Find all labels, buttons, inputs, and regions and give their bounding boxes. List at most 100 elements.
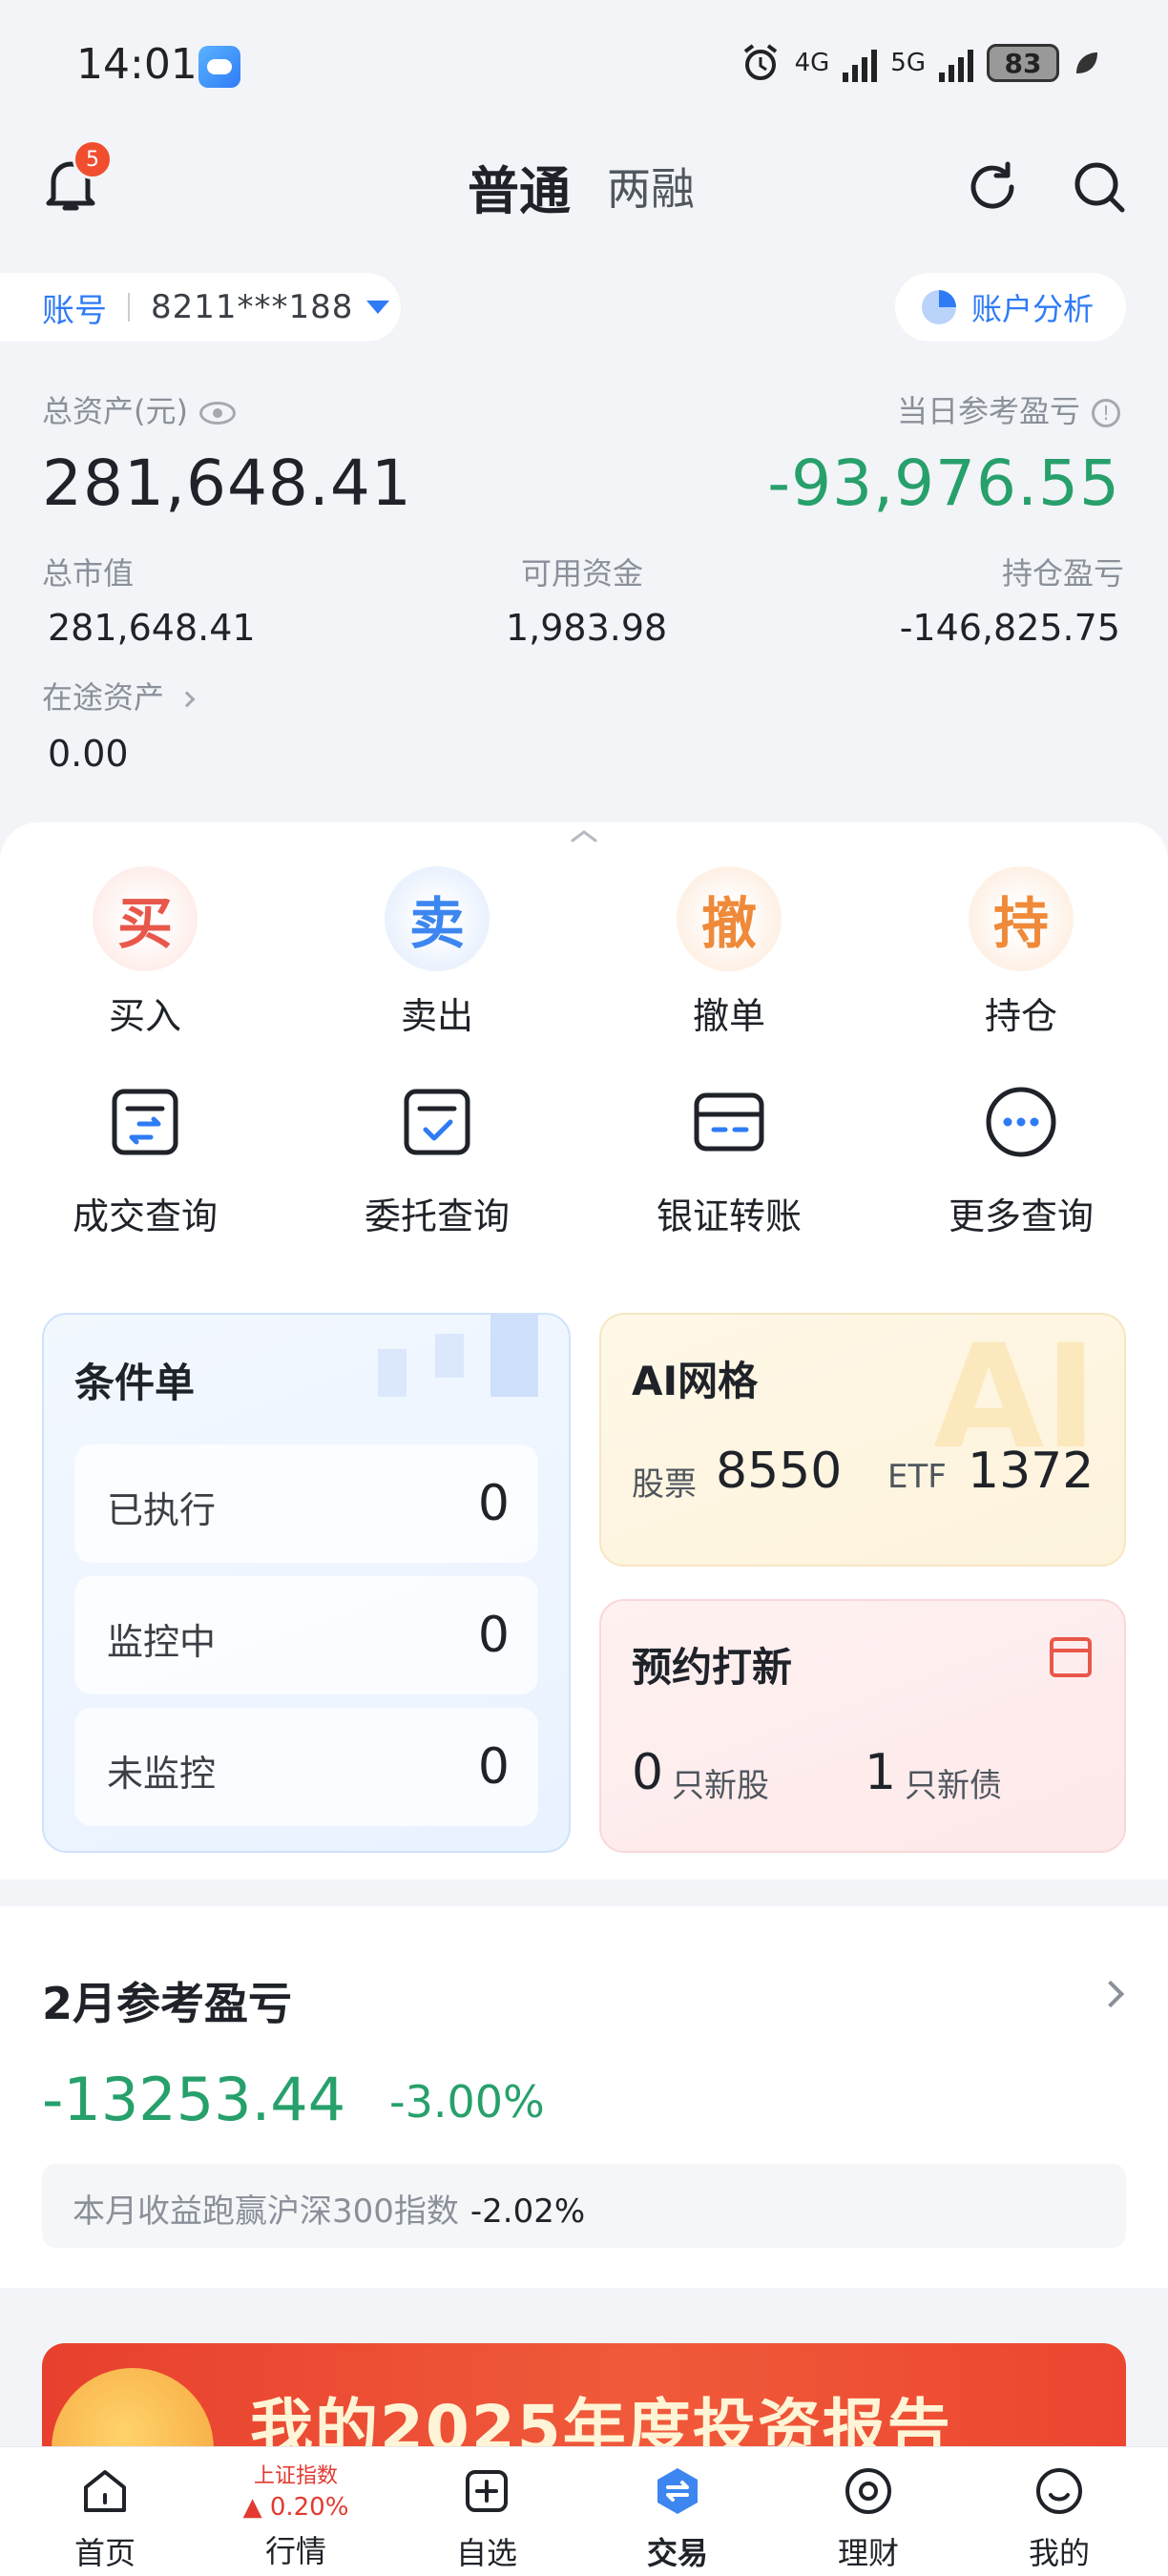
benchmark-note-value: -2.02% [469,2192,586,2231]
order-query-icon [404,1089,470,1155]
tab-mine[interactable]: 我的 [964,2447,1155,2576]
in-transit-assets-link[interactable]: 在途资产 [42,674,196,717]
positions-label: 持仓 [984,995,1057,1037]
tab-home[interactable]: 首页 [10,2447,200,2576]
monitoring-row[interactable]: 监控中 0 [74,1576,538,1694]
bank-transfer-icon [694,1092,764,1152]
conditional-orders-card[interactable]: 条件单 已执行 0 监控中 0 未监控 0 [42,1313,571,1853]
ai-grid-card[interactable]: AI AI网格 股票 8550 ETF 1372 [599,1313,1126,1567]
notification-badge: 5 [73,139,113,179]
positions-button[interactable]: 持 持仓 [926,866,1116,1039]
bank-transfer-label: 银证转账 [656,1195,802,1237]
info-icon[interactable]: ! [1092,399,1120,427]
tab-home-label: 首页 [73,2535,136,2571]
buy-label: 买入 [108,995,181,1037]
available-funds-value: 1,983.98 [506,607,668,649]
caret-down-icon [366,301,390,314]
pie-chart-icon [922,290,956,324]
refresh-button[interactable] [964,158,1021,216]
new-bonds-count: 1 [865,1744,897,1801]
refresh-icon [970,161,1014,209]
tab-wealth-label: 理财 [837,2535,899,2571]
day-pl-value: -93,976.55 [767,447,1120,520]
chevron-right-icon [1096,1980,1125,2008]
benchmark-note: 本月收益跑赢沪深300指数 -2.02% [42,2164,1126,2248]
sell-button[interactable]: 卖 卖出 [342,866,532,1039]
trade-exchange-icon [657,2468,698,2514]
tab-trade[interactable]: 交易 [582,2447,773,2576]
sell-icon: 卖 [385,866,490,971]
ipo-subscription-card[interactable]: 预约打新 0 只新股 1 只新债 [599,1599,1126,1853]
monthly-pl-section[interactable]: 2月参考盈亏 -13253.44 -3.00% 本月收益跑赢沪深300指数 -2.… [0,1906,1168,2288]
home-icon [84,2470,126,2512]
index-change: ▲ 0.20% [242,2493,349,2522]
cancel-order-button[interactable]: 撤 撤单 [634,866,824,1039]
account-divider [128,293,130,322]
tab-wealth[interactable]: 理财 [773,2447,964,2576]
collapse-chevron-icon[interactable] [569,828,599,843]
tab-normal[interactable]: 普通 [468,149,571,224]
index-change-value: 0.20% [269,2493,349,2522]
monthly-pl-percent: -3.00% [389,2076,545,2128]
cancel-order-label: 撤单 [692,995,765,1037]
wealth-icon [845,2468,891,2514]
executed-row[interactable]: 已执行 0 [74,1444,538,1563]
monitoring-count: 0 [477,1607,510,1664]
search-icon [1074,162,1125,213]
position-pl-value: -146,825.75 [899,607,1120,649]
cancel-order-icon: 撤 [677,866,782,971]
ai-etf-label: ETF [887,1458,947,1496]
status-time: 14:01 [76,40,198,89]
order-query-label: 委托查询 [364,1195,510,1237]
more-query-button[interactable]: 更多查询 [926,1084,1116,1239]
order-query-button[interactable]: 委托查询 [342,1084,532,1239]
not-monitored-row[interactable]: 未监控 0 [74,1708,538,1826]
ai-grid-title: AI网格 [632,1358,759,1404]
new-stocks-label: 只新股 [672,1767,769,1805]
search-button[interactable] [1071,158,1128,216]
total-assets-label: 总资产(元) [42,387,236,431]
tab-market[interactable]: 上证指数 ▲ 0.20% 行情 [200,2447,391,2576]
calendar-icon [1050,1637,1092,1677]
tab-watchlist[interactable]: 自选 [391,2447,582,2576]
more-query-label: 更多查询 [948,1195,1094,1237]
day-pl-label: 当日参考盈亏! [897,387,1120,431]
tab-watchlist-label: 自选 [455,2535,517,2571]
buy-button[interactable]: 买 买入 [50,866,240,1039]
trade-query-icon [112,1089,178,1155]
account-label: 账号 [42,291,107,330]
total-assets-value: 281,648.41 [42,447,412,520]
not-monitored-label: 未监控 [107,1753,217,1795]
conditional-orders-title: 条件单 [74,1360,196,1406]
not-monitored-count: 0 [477,1738,510,1796]
tab-mine-label: 我的 [1028,2535,1090,2571]
trade-query-button[interactable]: 成交查询 [50,1084,240,1239]
tab-trade-label: 交易 [646,2535,708,2571]
top-header: 5 普通 两融 [0,134,1168,239]
account-number: 8211***188 [151,288,354,326]
day-pl-label-text: 当日参考盈亏 [896,393,1080,429]
position-pl-label: 持仓盈亏 [1001,555,1124,592]
alarm-icon [743,44,777,80]
network-4g-label: 4G [794,49,830,77]
in-transit-value: 0.00 [48,733,129,775]
new-stocks-count: 0 [632,1744,664,1801]
buy-icon: 买 [93,866,198,971]
market-value-label: 总市值 [42,555,135,592]
total-assets-label-text: 总资产(元) [42,393,188,429]
market-value: 281,648.41 [48,607,256,649]
tab-margin-trading[interactable]: 两融 [607,155,695,218]
ipo-title: 预约打新 [632,1644,793,1691]
tab-market-label: 行情 [264,2533,326,2569]
account-analysis-button[interactable]: 账户分析 [895,273,1126,342]
sell-label: 卖出 [400,995,473,1037]
account-selector[interactable]: 账号 8211***188 [0,273,401,342]
bottom-tab-bar: 首页 上证指数 ▲ 0.20% 行情 自选 交易 理财 我的 [0,2446,1168,2576]
network-5g-label: 5G [890,49,926,77]
more-query-icon [986,1087,1056,1157]
eye-icon[interactable] [198,402,236,425]
executed-label: 已执行 [107,1489,217,1531]
bank-transfer-button[interactable]: 银证转账 [634,1084,824,1239]
ai-stock-label: 股票 [632,1465,697,1504]
watchlist-plus-icon [466,2470,508,2512]
